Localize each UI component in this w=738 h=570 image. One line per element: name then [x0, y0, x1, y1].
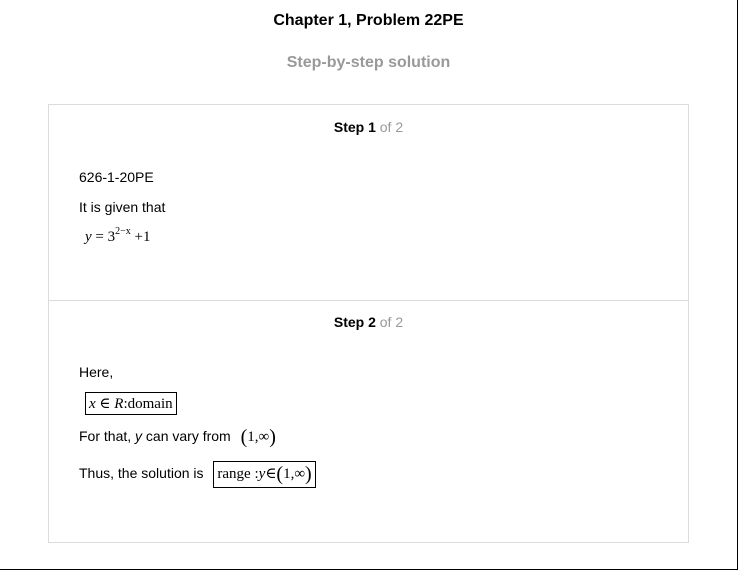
range-interval: 1,∞ — [283, 466, 306, 482]
vary-suffix: can vary from — [142, 428, 231, 444]
vary-prefix: For that, — [79, 428, 136, 444]
step-2-count: of 2 — [379, 314, 404, 330]
step-1-header: Step 1 of 2 — [49, 119, 688, 135]
domain-text: :domain — [123, 396, 173, 412]
page-title: Chapter 1, Problem 22PE — [273, 12, 464, 29]
vary-var: y — [135, 428, 143, 444]
step-2: Step 2 of 2 Here, x ∈ R:domain For that,… — [49, 300, 688, 542]
step-2-header: Step 2 of 2 — [49, 314, 688, 330]
step-1-image-label: 626-1-20PE — [79, 169, 154, 185]
conclusion-line: Thus, the solution is range :y∈(1,∞) — [79, 461, 316, 488]
domain-expression: x ∈ R:domain — [85, 392, 177, 415]
step-2-label: Step 2 — [333, 314, 376, 330]
eq-base: = 3 — [91, 229, 116, 245]
vary-line: For that, y can vary from (1,∞) — [79, 426, 276, 449]
domain-var: x — [89, 396, 96, 412]
eq-rest: +1 — [130, 229, 151, 245]
step-1-intro: It is given that — [79, 199, 166, 215]
range-box: range :y∈(1,∞) — [213, 461, 316, 488]
step-1-equation: y = 32−x +1 — [85, 226, 151, 246]
page-subtitle: Step-by-step solution — [286, 54, 451, 71]
range-text: range : — [217, 466, 259, 482]
conclusion-prefix: Thus, the solution is — [79, 465, 204, 481]
vary-interval: (1,∞) — [240, 426, 276, 448]
vary-interval-text: 1,∞ — [247, 429, 270, 445]
solution-steps: Step 1 of 2 626-1-20PE It is given that … — [48, 104, 689, 543]
domain-elem: ∈ — [95, 396, 115, 412]
range-elem: ∈ — [265, 466, 277, 482]
step-1-label: Step 1 — [333, 119, 376, 135]
domain-box: x ∈ R:domain — [85, 392, 177, 415]
step-1-count: of 2 — [379, 119, 404, 135]
eq-var-y: y — [85, 229, 92, 245]
step-2-here: Here, — [79, 364, 114, 380]
eq-exponent: 2−x — [115, 226, 131, 237]
step-1: Step 1 of 2 626-1-20PE It is given that … — [49, 105, 688, 301]
